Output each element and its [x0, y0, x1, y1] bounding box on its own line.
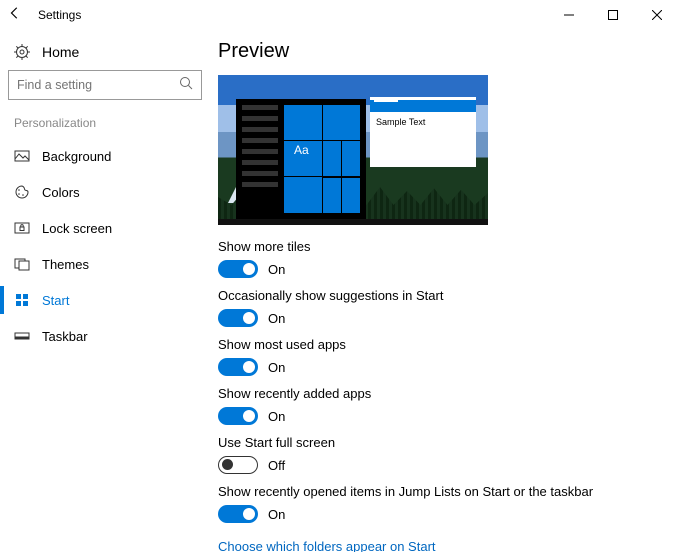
setting-label: Show recently opened items in Jump Lists…: [218, 484, 655, 499]
sidebar-item-label: Themes: [42, 257, 89, 272]
sample-text: Sample Text: [370, 112, 476, 132]
close-button[interactable]: [635, 0, 679, 30]
home-button[interactable]: Home: [0, 38, 210, 70]
search-icon: [179, 76, 193, 95]
toggle-state: On: [268, 311, 285, 326]
arrow-left-icon: [8, 6, 22, 20]
window-controls: [547, 0, 679, 30]
toggle-switch[interactable]: [218, 358, 258, 376]
sidebar-item-start[interactable]: Start: [0, 282, 210, 318]
window-title: Settings: [30, 8, 81, 22]
main-content: Preview Sample Text Show more tiles On Occ…: [210, 30, 679, 552]
taskbar-icon: [14, 328, 30, 344]
sidebar-item-lock-screen[interactable]: Lock screen: [0, 210, 210, 246]
toggle-state: On: [268, 409, 285, 424]
minimize-icon: [564, 10, 574, 20]
sidebar-item-label: Background: [42, 149, 111, 164]
choose-folders-link[interactable]: Choose which folders appear on Start: [218, 539, 436, 552]
lock-screen-icon: [14, 220, 30, 236]
sidebar-item-label: Lock screen: [42, 221, 112, 236]
start-preview-image: Sample Text: [218, 75, 488, 225]
colors-icon: [14, 184, 30, 200]
sidebar-item-label: Colors: [42, 185, 80, 200]
page-title: Preview: [218, 40, 655, 63]
toggle-state: Off: [268, 458, 285, 473]
maximize-button[interactable]: [591, 0, 635, 30]
sidebar-item-colors[interactable]: Colors: [0, 174, 210, 210]
sidebar-item-label: Start: [42, 293, 69, 308]
toggle-switch[interactable]: [218, 260, 258, 278]
close-icon: [652, 10, 662, 20]
category-header: Personalization: [0, 100, 210, 138]
setting-label: Use Start full screen: [218, 435, 655, 450]
setting-label: Show recently added apps: [218, 386, 655, 401]
toggle-state: On: [268, 360, 285, 375]
minimize-button[interactable]: [547, 0, 591, 30]
themes-icon: [14, 256, 30, 272]
toggle-switch[interactable]: [218, 505, 258, 523]
setting-label: Show more tiles: [218, 239, 655, 254]
start-icon: [14, 292, 30, 308]
home-label: Home: [42, 44, 79, 60]
sidebar-item-label: Taskbar: [42, 329, 88, 344]
toggle-switch[interactable]: [218, 456, 258, 474]
maximize-icon: [608, 10, 618, 20]
search-box[interactable]: [8, 70, 202, 100]
search-input[interactable]: [17, 78, 179, 92]
sidebar-item-themes[interactable]: Themes: [0, 246, 210, 282]
sidebar-item-taskbar[interactable]: Taskbar: [0, 318, 210, 354]
sample-window-preview: Sample Text: [370, 97, 476, 167]
sidebar-item-background[interactable]: Background: [0, 138, 210, 174]
gear-icon: [14, 44, 30, 60]
toggle-state: On: [268, 262, 285, 277]
background-icon: [14, 148, 30, 164]
toggle-switch[interactable]: [218, 407, 258, 425]
toggle-switch[interactable]: [218, 309, 258, 327]
start-menu-preview: [236, 99, 366, 219]
setting-label: Show most used apps: [218, 337, 655, 352]
sidebar: Home Personalization Background Colors L…: [0, 30, 210, 552]
title-bar: Settings: [0, 0, 679, 30]
setting-label: Occasionally show suggestions in Start: [218, 288, 655, 303]
toggle-state: On: [268, 507, 285, 522]
back-button[interactable]: [0, 6, 30, 25]
